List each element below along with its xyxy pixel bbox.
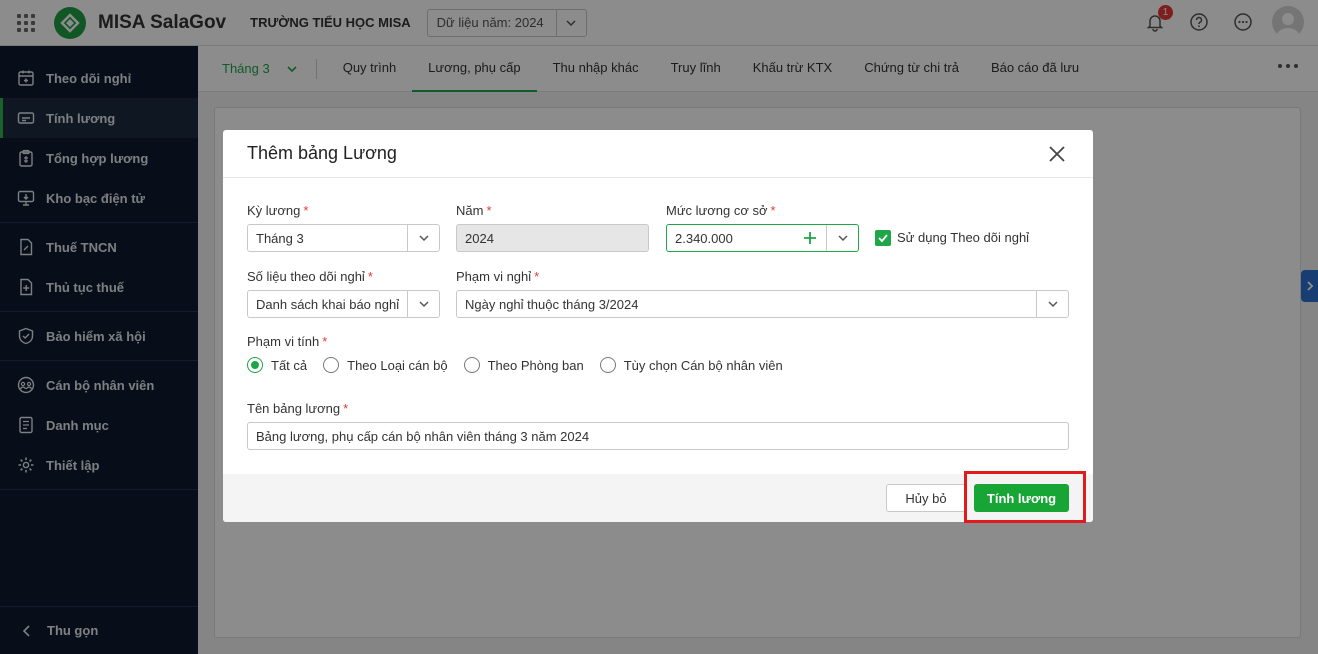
ten-bang-value: Bảng lương, phụ cấp cán bộ nhân viên thá… <box>256 428 590 444</box>
dialog-footer: Hủy bỏ Tính lương <box>223 474 1093 522</box>
pham-vi-nghi-value: Ngày nghỉ thuộc tháng 3/2024 <box>465 296 639 312</box>
so-lieu-select[interactable]: Danh sách khai báo nghỉ <box>247 290 440 318</box>
dialog-title: Thêm bảng Lương <box>247 143 397 163</box>
radio-theo-loai-can-bo[interactable]: Theo Loại cán bộ <box>323 357 448 373</box>
pham-vi-tinh-group: Tất cả Theo Loại cán bộ Theo Phòng ban T… <box>247 357 799 373</box>
plus-icon[interactable] <box>794 231 826 245</box>
chevron-down-icon[interactable] <box>407 225 439 251</box>
radio-empty-icon <box>599 357 616 373</box>
nam-value: 2024 <box>465 230 494 246</box>
highlight-box <box>964 471 1086 523</box>
radio-empty-icon <box>463 357 480 373</box>
cancel-button[interactable]: Hủy bỏ <box>886 484 966 512</box>
dialog-header: Thêm bảng Lương <box>223 130 1093 178</box>
ten-bang-input[interactable]: Bảng lương, phụ cấp cán bộ nhân viên thá… <box>247 422 1069 450</box>
ky-luong-select[interactable]: Tháng 3 <box>247 224 440 252</box>
use-theo-doi-checkbox[interactable] <box>875 230 891 246</box>
use-theo-doi-label: Sử dụng Theo dõi nghỉ <box>897 230 1030 245</box>
radio-theo-phong-ban[interactable]: Theo Phòng ban <box>463 357 584 373</box>
muc-luong-label: Mức lương cơ sở * <box>666 203 776 218</box>
ten-bang-label: Tên bảng lương * <box>247 401 349 416</box>
chevron-down-icon[interactable] <box>1036 291 1068 317</box>
ky-luong-label: Kỳ lương * <box>247 203 309 218</box>
close-icon[interactable] <box>1047 144 1067 164</box>
radio-empty-icon <box>323 357 340 373</box>
nam-field: 2024 <box>456 224 649 252</box>
radio-tat-ca[interactable]: Tất cả <box>247 357 307 373</box>
add-payroll-dialog: Thêm bảng Lương Kỳ lương * Năm * Mức lương… <box>223 130 1093 522</box>
pham-vi-nghi-label: Phạm vi nghỉ * <box>456 269 540 284</box>
pham-vi-nghi-select[interactable]: Ngày nghỉ thuộc tháng 3/2024 <box>456 290 1069 318</box>
so-lieu-label: Số liệu theo dõi nghỉ * <box>247 269 373 284</box>
so-lieu-value: Danh sách khai báo nghỉ <box>256 296 400 312</box>
radio-tuy-chon[interactable]: Tùy chọn Cán bộ nhân viên <box>599 357 783 373</box>
muc-luong-value: 2.340.000 <box>675 230 733 246</box>
pham-vi-tinh-label: Phạm vi tính * <box>247 334 328 349</box>
check-icon <box>878 234 888 243</box>
radio-selected-icon <box>247 357 263 373</box>
chevron-down-icon[interactable] <box>826 225 858 251</box>
nam-label: Năm * <box>456 203 492 218</box>
muc-luong-input[interactable]: 2.340.000 <box>666 224 859 252</box>
ky-luong-value: Tháng 3 <box>256 230 304 246</box>
chevron-down-icon[interactable] <box>407 291 439 317</box>
